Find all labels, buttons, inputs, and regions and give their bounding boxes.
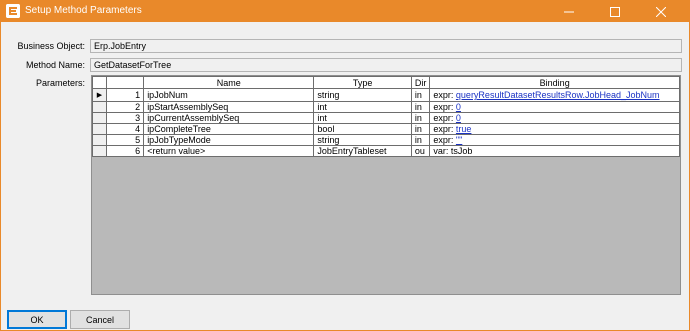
binding-cell[interactable]: var: tsJob (429, 145, 680, 157)
param-type-cell[interactable]: string (313, 88, 412, 102)
table-row[interactable]: 3 ipCurrentAssemblySeq int in expr: 0 (92, 112, 680, 124)
param-dir-cell[interactable]: in (410, 88, 431, 102)
business-object-label: Business Object: (17, 41, 85, 51)
business-object-field[interactable]: Erp.JobEntry (90, 39, 682, 53)
param-dir-cell[interactable]: in (410, 101, 431, 113)
param-dir-cell[interactable]: in (410, 123, 431, 135)
binding-prefix: expr: (433, 135, 454, 145)
row-number: 4 (105, 123, 145, 135)
param-dir-cell[interactable]: in (410, 112, 431, 124)
current-row-arrow-icon: ▶ (96, 92, 103, 99)
binding-prefix: expr: (433, 124, 454, 134)
ok-button[interactable]: OK (7, 310, 67, 329)
row-number: 1 (105, 88, 145, 102)
method-name-field[interactable]: GetDatasetForTree (90, 58, 682, 72)
close-button[interactable] (638, 1, 684, 22)
header-number (105, 76, 145, 89)
binding-cell[interactable]: expr: true (429, 123, 680, 135)
binding-link[interactable]: true (456, 125, 472, 134)
binding-value: tsJob (450, 146, 473, 156)
method-name-label: Method Name: (25, 60, 85, 70)
table-row[interactable]: ▶ 1 ipJobNum string in expr: queryResultDatas… (92, 88, 680, 102)
epicor-e-icon (6, 4, 20, 18)
param-dir-cell[interactable]: ou (410, 145, 431, 157)
param-type-cell[interactable]: JobEntryTableset (313, 145, 412, 157)
header-binding[interactable]: Binding (429, 76, 680, 89)
param-type-cell[interactable]: bool (313, 123, 412, 135)
window-title: Setup Method Parameters (25, 5, 142, 16)
binding-link[interactable]: "" (456, 136, 462, 145)
minimize-icon (564, 7, 574, 17)
table-row[interactable]: 5 ipJobTypeMode string in expr: "" (92, 134, 680, 146)
table-row[interactable]: 2 ipStartAssemblySeq int in expr: 0 (92, 101, 680, 113)
row-selector[interactable] (92, 101, 107, 113)
title-bar[interactable]: Setup Method Parameters (1, 1, 689, 22)
cancel-button[interactable]: Cancel (70, 310, 130, 329)
maximize-button[interactable] (592, 1, 638, 22)
row-selector[interactable] (92, 123, 107, 135)
param-type-cell[interactable]: int (313, 112, 412, 124)
header-type[interactable]: Type (313, 76, 412, 89)
row-selector[interactable]: ▶ (92, 88, 107, 102)
param-name-cell[interactable]: ipCurrentAssemblySeq (143, 112, 315, 124)
binding-cell[interactable]: expr: "" (429, 134, 680, 146)
param-name-cell[interactable]: ipStartAssemblySeq (143, 101, 315, 113)
binding-cell[interactable]: expr: queryResultDatasetResultsRow.JobHe… (429, 88, 680, 102)
header-row-selector (92, 76, 107, 89)
binding-link[interactable]: 0 (456, 114, 461, 123)
binding-prefix: expr: (433, 113, 454, 123)
row-selector[interactable] (92, 112, 107, 124)
binding-link[interactable]: queryResultDatasetResultsRow.JobHead_Job… (456, 90, 660, 100)
param-dir-cell[interactable]: in (410, 134, 431, 146)
header-name[interactable]: Name (143, 76, 315, 89)
close-icon (656, 6, 666, 17)
param-name-cell[interactable]: ipJobNum (143, 88, 315, 102)
binding-link[interactable]: 0 (456, 103, 461, 112)
binding-cell[interactable]: expr: 0 (429, 112, 680, 124)
maximize-icon (610, 6, 620, 17)
row-selector[interactable] (92, 134, 107, 146)
row-number: 6 (105, 145, 145, 157)
table-header-row: Name Type Dir Binding (92, 76, 680, 89)
setup-method-parameters-dialog: Setup Method Parameters Business Object:… (0, 0, 690, 331)
minimize-button[interactable] (546, 1, 592, 22)
row-selector[interactable] (92, 145, 107, 157)
table-row[interactable]: 6 <return value> JobEntryTableset ou var: ts… (92, 145, 680, 157)
row-number: 5 (105, 134, 145, 146)
row-number: 3 (105, 112, 145, 124)
table-row[interactable]: 4 ipCompleteTree bool in expr: true (92, 123, 680, 135)
binding-prefix: expr: (433, 102, 454, 112)
parameters-table: Name Type Dir Binding ▶ 1 ipJobNum string in… (92, 76, 680, 157)
binding-prefix: expr: (433, 90, 454, 100)
row-number: 2 (105, 101, 145, 113)
param-name-cell[interactable]: <return value> (143, 145, 315, 157)
param-name-cell[interactable]: ipCompleteTree (143, 123, 315, 135)
binding-prefix: var: (433, 146, 449, 156)
header-dir[interactable]: Dir (410, 76, 431, 89)
parameters-grid[interactable]: Name Type Dir Binding ▶ 1 ipJobNum string in… (91, 75, 681, 295)
param-type-cell[interactable]: int (313, 101, 412, 113)
param-name-cell[interactable]: ipJobTypeMode (143, 134, 315, 146)
param-type-cell[interactable]: string (313, 134, 412, 146)
binding-cell[interactable]: expr: 0 (429, 101, 680, 113)
parameters-label: Parameters: (35, 78, 85, 88)
